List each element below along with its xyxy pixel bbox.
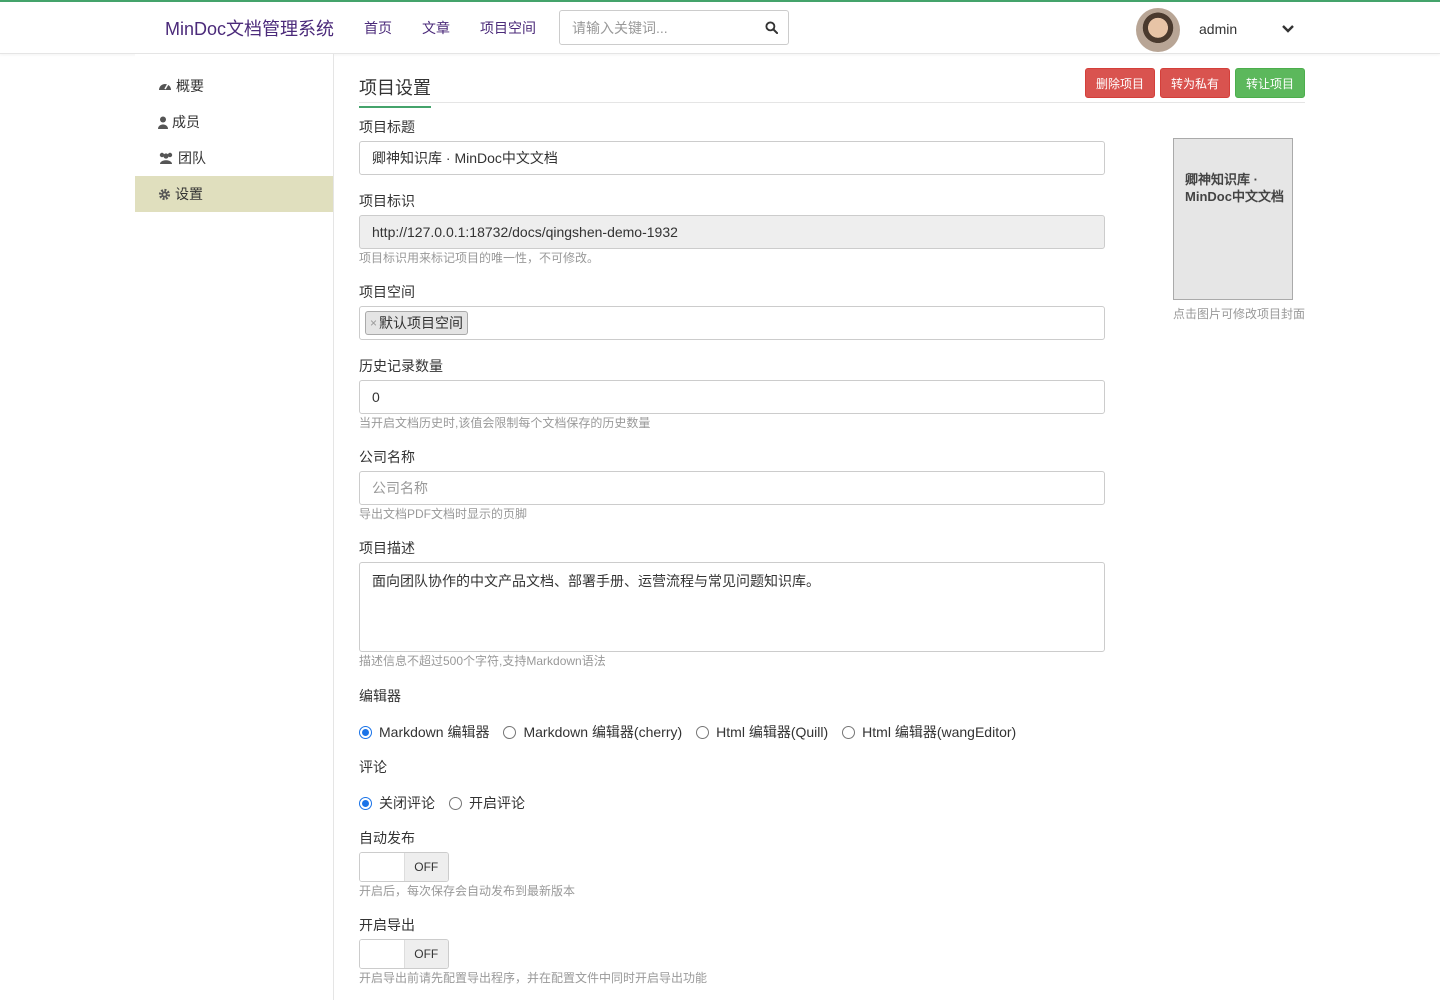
- search-input[interactable]: [560, 11, 756, 44]
- sidebar-item-label: 概要: [176, 78, 204, 94]
- toggle-knob: [360, 940, 405, 968]
- project-identify-input: http://127.0.0.1:18732/docs/qingshen-dem…: [359, 215, 1105, 249]
- comment-option-label: 开启评论: [469, 795, 525, 811]
- sidebar-item-label: 团队: [178, 150, 206, 166]
- cover-help: 点击图片可修改项目封面: [1173, 307, 1306, 321]
- editor-option-quill[interactable]: Html 编辑器(Quill): [696, 722, 828, 742]
- identify-help: 项目标识用来标记项目的唯一性，不可修改。: [359, 251, 600, 265]
- editor-option-label: Markdown 编辑器: [379, 724, 490, 740]
- toggle-state: OFF: [404, 853, 448, 881]
- sidebar-item-settings[interactable]: 设置: [135, 176, 333, 212]
- sidebar: 概要 成员 团队 设置: [135, 54, 334, 1000]
- editor-option-cherry[interactable]: Markdown 编辑器(cherry): [503, 722, 682, 742]
- sidebar-item-label: 设置: [175, 186, 203, 202]
- history-label: 历史记录数量: [359, 358, 443, 374]
- project-cover-image[interactable]: 卿神知识库 · MinDoc中文文档: [1173, 138, 1293, 300]
- chevron-down-icon[interactable]: [1280, 22, 1296, 36]
- project-description-textarea[interactable]: 面向团队协作的中文产品文档、部署手册、运营流程与常见问题知识库。: [359, 562, 1105, 652]
- search-box: [559, 10, 789, 45]
- title-divider: [359, 102, 1305, 103]
- editor-option-wangeditor[interactable]: Html 编辑器(wangEditor): [842, 722, 1016, 742]
- toggle-state: OFF: [404, 940, 448, 968]
- editor-label: 编辑器: [359, 688, 401, 704]
- radio[interactable]: [503, 725, 517, 739]
- comment-option-label: 关闭评论: [379, 795, 435, 811]
- nav-home[interactable]: 首页: [364, 18, 392, 38]
- nav-project-space[interactable]: 项目空间: [480, 18, 536, 38]
- top-navbar: MinDoc文档管理系统 首页 文章 项目空间 admin: [0, 0, 1440, 54]
- search-icon: [764, 21, 778, 34]
- company-help: 导出文档PDF文档时显示的页脚: [359, 507, 528, 521]
- history-count-input[interactable]: 0: [359, 380, 1105, 414]
- comment-option-off[interactable]: 关闭评论: [359, 793, 435, 813]
- make-private-button[interactable]: 转为私有: [1160, 68, 1231, 98]
- delete-project-button[interactable]: 删除项目: [1085, 68, 1156, 98]
- editor-option-label: Markdown 编辑器(cherry): [523, 724, 683, 740]
- username[interactable]: admin: [1199, 21, 1237, 37]
- sidebar-item-overview[interactable]: 概要: [135, 68, 333, 104]
- autopublish-label: 自动发布: [359, 830, 415, 846]
- space-label: 项目空间: [359, 284, 415, 300]
- identify-label: 项目标识: [359, 193, 415, 209]
- comment-radio-group: 关闭评论 开启评论: [359, 793, 539, 813]
- autopublish-help: 开启后，每次保存会自动发布到最新版本: [359, 884, 576, 898]
- user-icon: [158, 116, 168, 129]
- search-button[interactable]: [754, 11, 788, 44]
- transfer-project-button[interactable]: 转让项目: [1235, 68, 1306, 98]
- editor-option-markdown[interactable]: Markdown 编辑器: [359, 722, 489, 742]
- radio-checked[interactable]: [359, 725, 372, 739]
- editor-option-label: Html 编辑器(wangEditor): [862, 724, 1017, 740]
- space-tag: × 默认项目空间: [365, 311, 469, 335]
- radio-checked[interactable]: [359, 796, 372, 810]
- project-space-select[interactable]: × 默认项目空间: [359, 306, 1105, 340]
- export-help: 开启导出前请先配置导出程序，并在配置文件中同时开启导出功能: [359, 971, 708, 985]
- autopublish-toggle[interactable]: OFF: [359, 852, 449, 882]
- editor-option-label: Html 编辑器(Quill): [716, 724, 829, 740]
- brand-logo[interactable]: MinDoc文档管理系统: [165, 15, 334, 41]
- title-label: 项目标题: [359, 119, 415, 135]
- company-label: 公司名称: [359, 449, 415, 465]
- gear-icon: [158, 188, 171, 200]
- sidebar-item-label: 成员: [172, 114, 200, 130]
- users-icon: [159, 152, 173, 164]
- comment-label: 评论: [359, 759, 387, 775]
- export-toggle[interactable]: OFF: [359, 939, 449, 969]
- project-title-input[interactable]: 卿神知识库 · MinDoc中文文档: [359, 141, 1105, 175]
- radio[interactable]: [842, 725, 856, 739]
- sidebar-item-teams[interactable]: 团队: [135, 140, 333, 176]
- radio[interactable]: [696, 725, 710, 739]
- comment-option-on[interactable]: 开启评论: [449, 793, 525, 813]
- avatar[interactable]: [1136, 8, 1180, 52]
- export-label: 开启导出: [359, 917, 415, 933]
- remove-tag-icon[interactable]: ×: [370, 316, 377, 330]
- sidebar-item-members[interactable]: 成员: [135, 104, 333, 140]
- editor-radio-group: Markdown 编辑器 Markdown 编辑器(cherry) Html 编…: [359, 722, 1030, 742]
- desc-help: 描述信息不超过500个字符,支持Markdown语法: [359, 654, 606, 668]
- toggle-knob: [360, 853, 405, 881]
- nav-articles[interactable]: 文章: [422, 18, 450, 38]
- company-name-input[interactable]: 公司名称: [359, 471, 1105, 505]
- history-help: 当开启文档历史时,该值会限制每个文档保存的历史数量: [359, 416, 651, 430]
- dashboard-icon: [159, 83, 171, 90]
- desc-label: 项目描述: [359, 540, 415, 556]
- space-tag-label: 默认项目空间: [379, 315, 464, 331]
- radio[interactable]: [449, 796, 462, 810]
